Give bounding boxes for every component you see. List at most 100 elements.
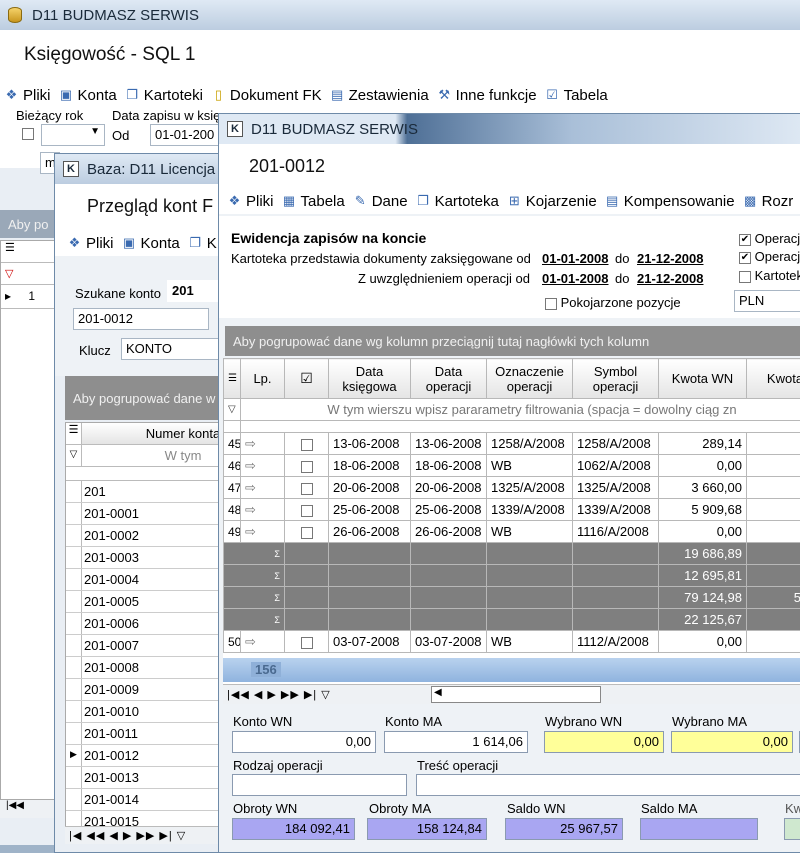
main-nav-bar[interactable]: |◀◀ [0, 800, 60, 818]
obroty-ma-field[interactable]: 158 124,84 [367, 818, 487, 840]
goto-arrow-icon[interactable]: ⇨ [241, 499, 285, 521]
grid-menu-icon[interactable]: ☰ [66, 423, 82, 444]
sum-empty-cell [573, 609, 659, 631]
data-operacji-cell: 18-06-2008 [411, 455, 487, 477]
ledger-row[interactable]: 50⇨03-07-200803-07-2008WB1112/A/20080,00… [224, 631, 800, 653]
ledger-menu-rozr[interactable]: ▩Rozr [743, 193, 794, 210]
menu-kartoteki[interactable]: ❐Kartoteki [125, 87, 203, 104]
menu-dokument-fk[interactable]: ▯Dokument FK [211, 87, 322, 104]
currency-select[interactable]: PLN [734, 290, 800, 312]
ledger-row[interactable]: 48⇨25-06-200825-06-20081339/A/20081339/A… [224, 499, 800, 521]
files-icon: ❖ [67, 236, 82, 251]
menu-tabela[interactable]: ☑Tabela [545, 87, 608, 104]
goto-arrow-icon[interactable]: ⇨ [241, 631, 285, 653]
saldo-wn-label: Saldo WN [507, 801, 566, 816]
rodzaj-field[interactable] [232, 774, 407, 796]
lp-cell: 47 [224, 477, 241, 499]
ledger-filter-hint[interactable]: W tym wierszu wpisz pararametry filtrowa… [241, 399, 800, 421]
goto-arrow-icon[interactable]: ⇨ [241, 521, 285, 543]
opt2-checkbox[interactable]: ✔ Operacj [739, 249, 800, 264]
sum-empty-cell [487, 565, 573, 587]
ledger-row[interactable]: 49⇨26-06-200826-06-2008WB1116/A/20080,00… [224, 521, 800, 543]
konto-ma-field[interactable]: 1 614,06 [384, 731, 528, 753]
menu-inne-funkcje[interactable]: ⚒Inne funkcje [437, 87, 537, 104]
goto-arrow-icon[interactable]: ⇨ [241, 455, 285, 477]
konto-value-input[interactable]: 201-0012 [73, 308, 209, 330]
kwota-wn-cell: 0,00 [659, 521, 747, 543]
ledger-row[interactable]: 47⇨20-06-200820-06-20081325/A/20081325/A… [224, 477, 800, 499]
row-marker [66, 503, 82, 524]
sum-icon: Σ [224, 609, 285, 631]
row-checkbox[interactable] [285, 631, 329, 653]
settle-icon: ▩ [743, 194, 758, 209]
line2-to-date[interactable]: 21-12-2008 [637, 271, 704, 286]
sum-empty-cell [329, 565, 411, 587]
accounts-menu-pliki[interactable]: ❖Pliki [67, 235, 114, 252]
accounts-menu-k[interactable]: ❐K [188, 235, 217, 252]
opt3-checkbox[interactable]: Kartotek [739, 268, 800, 283]
menu-konta[interactable]: ▣Konta [59, 87, 117, 104]
menu-pliki[interactable]: ❖Pliki [4, 87, 51, 104]
ledger-menu-kompensowanie[interactable]: ▤Kompensowanie [605, 193, 735, 210]
accounts-window-title: Baza: D11 Licencja [87, 161, 215, 178]
ledger-row[interactable]: 46⇨18-06-200818-06-2008WB1062/A/20080,00… [224, 455, 800, 477]
oznaczenie-header[interactable]: Oznaczenie operacji [487, 359, 573, 399]
row-checkbox[interactable] [285, 499, 329, 521]
wybrano-ma-field[interactable]: 0,00 [671, 731, 793, 753]
select-all-header[interactable]: ☑ [285, 359, 329, 399]
sum-row: Σ19 686,896 9 [224, 543, 800, 565]
kwota-ma-header[interactable]: Kwota [747, 359, 800, 399]
ledger-nav-bar[interactable]: |◀◀ ◀ ▶ ▶▶ ▶| ▽ ◀ [223, 684, 800, 704]
data-ksiegowa-header[interactable]: Data księgowa [329, 359, 411, 399]
obroty-wn-field[interactable]: 184 092,41 [232, 818, 355, 840]
biezacy-rok-checkbox[interactable] [22, 128, 34, 140]
sum-icon: Σ [224, 543, 285, 565]
od-date-input[interactable]: 01-01-200 [150, 124, 220, 146]
saldo-wn-field[interactable]: 25 967,57 [505, 818, 623, 840]
pokojarzone-checkbox[interactable]: Pokojarzone pozycje [545, 295, 681, 310]
grid-menu-icon[interactable]: ☰ [224, 359, 241, 399]
row-checkbox[interactable] [285, 433, 329, 455]
ledger-row[interactable]: 45⇨13-06-200813-06-20081258/A/20081258/A… [224, 433, 800, 455]
data-operacji-cell: 25-06-2008 [411, 499, 487, 521]
symbol-header[interactable]: Symbol operacji [573, 359, 659, 399]
sum-row: Σ22 125,67 [224, 609, 800, 631]
oznaczenie-cell: 1325/A/2008 [487, 477, 573, 499]
kwota-ma-cell: 8 [747, 455, 800, 477]
sum-empty-cell [285, 609, 329, 631]
goto-arrow-icon[interactable]: ⇨ [241, 477, 285, 499]
szukane-konto-label: Szukane konto [75, 286, 161, 301]
row-marker [66, 679, 82, 700]
tresc-field[interactable] [416, 774, 800, 796]
ledger-menu-tabela[interactable]: ▦Tabela [282, 193, 345, 210]
horizontal-scrollbar[interactable]: ◀ [431, 686, 601, 703]
row-checkbox[interactable] [285, 477, 329, 499]
main-grid: ☰ ▽ ▸ 1 [0, 240, 60, 800]
accounts-menu-konta[interactable]: ▣Konta [122, 235, 180, 252]
row-checkbox[interactable] [285, 455, 329, 477]
menu-zestawienia[interactable]: ▤Zestawienia [330, 87, 429, 104]
kwota-wn-header[interactable]: Kwota WN [659, 359, 747, 399]
line2-from-date[interactable]: 01-01-2008 [542, 271, 609, 286]
ledger-menu-kojarzenie[interactable]: ⊞Kojarzenie [507, 193, 597, 210]
wybrano-wn-field[interactable]: 0,00 [544, 731, 664, 753]
data-operacji-header[interactable]: Data operacji [411, 359, 487, 399]
ledger-menu-kartoteka[interactable]: ❐Kartoteka [416, 193, 499, 210]
lp-header[interactable]: Lp. [241, 359, 285, 399]
ledger-menu-pliki[interactable]: ❖Pliki [227, 193, 274, 210]
nav-buttons[interactable]: |◀◀ ◀ ▶ ▶▶ ▶| ▽ [227, 688, 331, 701]
goto-arrow-icon[interactable]: ⇨ [241, 433, 285, 455]
klucz-select[interactable]: KONTO [121, 338, 221, 360]
sum-wn-cell: 79 124,98 [659, 587, 747, 609]
kw-field[interactable] [784, 818, 800, 840]
row-checkbox[interactable] [285, 521, 329, 543]
saldo-ma-field[interactable] [640, 818, 758, 840]
line1-to-date[interactable]: 21-12-2008 [637, 251, 704, 266]
tools-icon: ⚒ [437, 88, 452, 103]
line1-from-date[interactable]: 01-01-2008 [542, 251, 609, 266]
edit-data-icon: ✎ [353, 194, 368, 209]
opt1-checkbox[interactable]: ✔ Operacj [739, 231, 800, 246]
konto-wn-field[interactable]: 0,00 [232, 731, 376, 753]
ledger-menu-dane[interactable]: ✎Dane [353, 193, 408, 210]
year-select[interactable]: ▼ [41, 124, 105, 146]
